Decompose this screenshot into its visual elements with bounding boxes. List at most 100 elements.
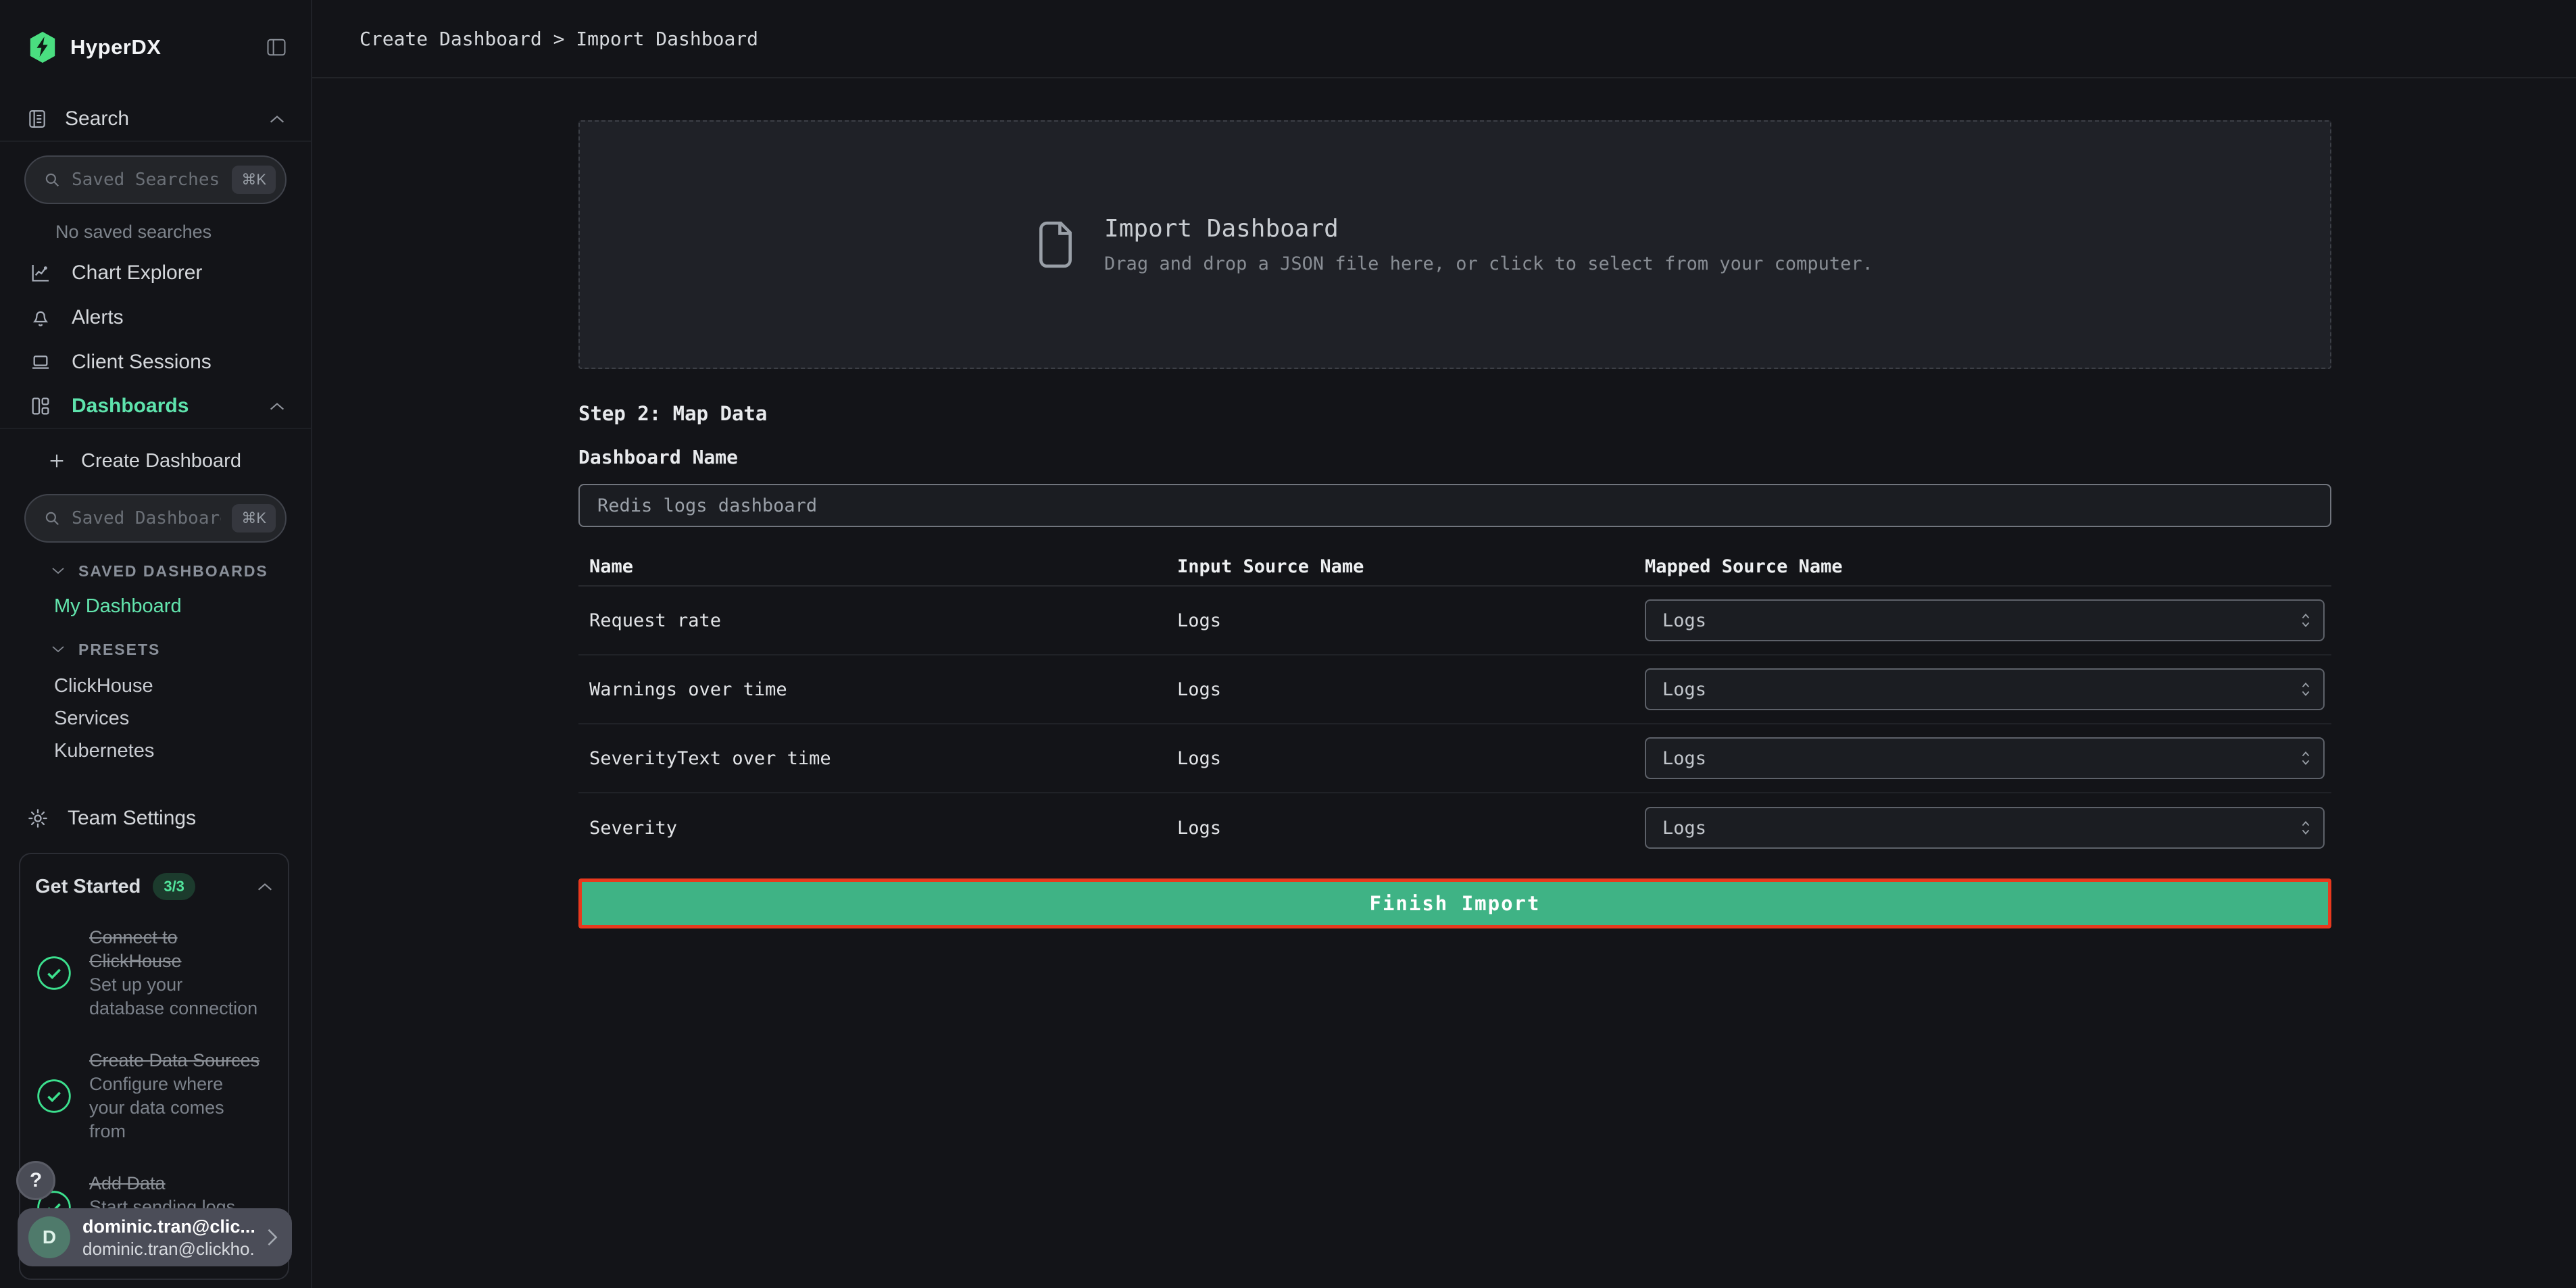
search-logs-icon xyxy=(27,108,47,130)
column-header-name: Name xyxy=(578,556,1177,577)
sidebar-item-client-sessions[interactable]: Client Sessions xyxy=(0,340,311,385)
row-input-source: Logs xyxy=(1177,818,1645,839)
sidebar-item-alerts[interactable]: Alerts xyxy=(0,295,311,340)
table-row: Warnings over time Logs Logs xyxy=(578,655,2331,724)
check-circle-icon xyxy=(35,954,73,992)
kbd-shortcut-badge: ⌘K xyxy=(232,504,276,532)
get-started-item-desc: Configure where your data comes from xyxy=(89,1074,224,1141)
mapped-source-select[interactable]: Logs xyxy=(1645,807,2325,849)
brand-title: HyperDX xyxy=(70,35,254,59)
help-button[interactable]: ? xyxy=(16,1161,55,1200)
select-chevrons-icon xyxy=(2300,612,2311,629)
team-settings-label: Team Settings xyxy=(68,807,196,830)
row-name: Severity xyxy=(578,818,1177,839)
chart-icon xyxy=(30,262,51,284)
sidebar-nav: Chart Explorer Alerts Client Sessions Da… xyxy=(0,251,311,429)
saved-dashboards-group-label: SAVED DASHBOARDS xyxy=(78,562,268,580)
select-value: Logs xyxy=(1662,679,2283,700)
search-section-label: Search xyxy=(65,107,251,130)
sidebar-item-label: Dashboards xyxy=(72,395,249,418)
no-saved-searches-text: No saved searches xyxy=(55,222,311,243)
column-header-mapped-source: Mapped Source Name xyxy=(1645,556,2331,577)
saved-searches-input[interactable] xyxy=(72,170,221,190)
hyperdx-logo-icon xyxy=(27,30,58,64)
saved-searches-searchbox[interactable]: ⌘K xyxy=(24,155,287,204)
user-profile-chip[interactable]: D dominic.tran@clic... dominic.tran@clic… xyxy=(18,1208,292,1266)
finish-import-button[interactable]: Finish Import xyxy=(578,878,2331,928)
table-row: SeverityText over time Logs Logs xyxy=(578,724,2331,793)
dropzone-subtitle: Drag and drop a JSON file here, or click… xyxy=(1104,253,1873,274)
create-dashboard-button[interactable]: Create Dashboard xyxy=(0,440,311,482)
mapping-table: Name Input Source Name Mapped Source Nam… xyxy=(578,547,2331,862)
select-chevrons-icon xyxy=(2300,680,2311,698)
chevron-up-icon xyxy=(257,882,273,891)
sidebar-item-dashboards[interactable]: Dashboards xyxy=(0,385,311,429)
select-value: Logs xyxy=(1662,818,2283,839)
avatar: D xyxy=(28,1216,70,1258)
check-circle-icon xyxy=(35,1077,73,1115)
user-name: dominic.tran@clic... xyxy=(82,1216,254,1238)
dashboards-icon xyxy=(30,395,51,417)
sidebar-item-label: Chart Explorer xyxy=(72,262,285,284)
app-root: HyperDX Search ⌘K No saved searches xyxy=(0,0,2576,1288)
select-value: Logs xyxy=(1662,748,2283,769)
get-started-item-connect[interactable]: Connect to ClickHouse Set up your databa… xyxy=(35,926,273,1020)
get-started-item-sources[interactable]: Create Data Sources Configure where your… xyxy=(35,1049,273,1143)
sidebar-collapse-icon[interactable] xyxy=(266,38,287,57)
import-dashboard-content: Import Dashboard Drag and drop a JSON fi… xyxy=(578,78,2331,928)
sidebar-item-my-dashboard[interactable]: My Dashboard xyxy=(0,591,311,621)
step-title: Step 2: Map Data xyxy=(578,401,2331,426)
search-icon xyxy=(43,171,61,189)
get-started-item-title: Create Data Sources xyxy=(89,1050,259,1070)
sidebar-item-label: Alerts xyxy=(72,306,285,329)
row-input-source: Logs xyxy=(1177,748,1645,769)
presets-group[interactable]: PRESETS xyxy=(0,636,311,663)
get-started-item-desc: Set up your database connection xyxy=(89,974,257,1018)
row-name: SeverityText over time xyxy=(578,748,1177,769)
mapped-source-select[interactable]: Logs xyxy=(1645,599,2325,641)
mapped-source-select[interactable]: Logs xyxy=(1645,737,2325,779)
get-started-header[interactable]: Get Started 3/3 xyxy=(35,873,273,900)
user-email: dominic.tran@clickho... xyxy=(82,1238,254,1260)
sidebar-item-kubernetes[interactable]: Kubernetes xyxy=(0,735,311,767)
get-started-item-title: Connect to ClickHouse xyxy=(89,927,182,971)
plus-icon xyxy=(47,451,66,470)
dashboard-name-input[interactable] xyxy=(578,484,2331,527)
sidebar-item-chart-explorer[interactable]: Chart Explorer xyxy=(0,251,311,295)
get-started-title: Get Started xyxy=(35,876,141,898)
row-name: Request rate xyxy=(578,610,1177,631)
chevron-down-icon xyxy=(51,567,65,575)
search-icon xyxy=(43,510,61,527)
sidebar-section-search[interactable]: Search xyxy=(0,97,311,142)
presets-group-label: PRESETS xyxy=(78,641,160,659)
column-header-input-source: Input Source Name xyxy=(1177,556,1645,577)
saved-dashboards-group[interactable]: SAVED DASHBOARDS xyxy=(0,558,311,585)
laptop-icon xyxy=(30,351,51,373)
sidebar-item-clickhouse[interactable]: ClickHouse xyxy=(0,670,311,702)
select-chevrons-icon xyxy=(2300,819,2311,837)
import-dropzone[interactable]: Import Dashboard Drag and drop a JSON fi… xyxy=(578,120,2331,369)
table-row: Request rate Logs Logs xyxy=(578,587,2331,655)
saved-dashboards-searchbox[interactable]: ⌘K xyxy=(24,494,287,543)
chevron-up-icon xyxy=(269,401,285,411)
saved-dashboards-input[interactable] xyxy=(72,508,221,528)
mapped-source-select[interactable]: Logs xyxy=(1645,668,2325,710)
row-input-source: Logs xyxy=(1177,610,1645,631)
select-chevrons-icon xyxy=(2300,749,2311,767)
table-row: Severity Logs Logs xyxy=(578,793,2331,862)
row-input-source: Logs xyxy=(1177,679,1645,700)
main-area: Create Dashboard > Import Dashboard Impo… xyxy=(312,0,2576,1288)
sidebar: HyperDX Search ⌘K No saved searches xyxy=(0,0,312,1288)
progress-badge: 3/3 xyxy=(153,873,195,900)
create-dashboard-label: Create Dashboard xyxy=(81,450,241,472)
kbd-shortcut-badge: ⌘K xyxy=(232,166,276,194)
sidebar-item-services[interactable]: Services xyxy=(0,702,311,735)
get-started-items: Connect to ClickHouse Set up your databa… xyxy=(35,926,273,1243)
sidebar-item-label: Client Sessions xyxy=(72,351,285,374)
chevron-right-icon xyxy=(266,1228,278,1247)
get-started-item-title: Add Data xyxy=(89,1173,166,1193)
chevron-up-icon xyxy=(269,114,285,124)
bell-icon xyxy=(30,307,51,328)
mapping-table-header: Name Input Source Name Mapped Source Nam… xyxy=(578,547,2331,587)
sidebar-item-team-settings[interactable]: Team Settings xyxy=(0,797,311,840)
